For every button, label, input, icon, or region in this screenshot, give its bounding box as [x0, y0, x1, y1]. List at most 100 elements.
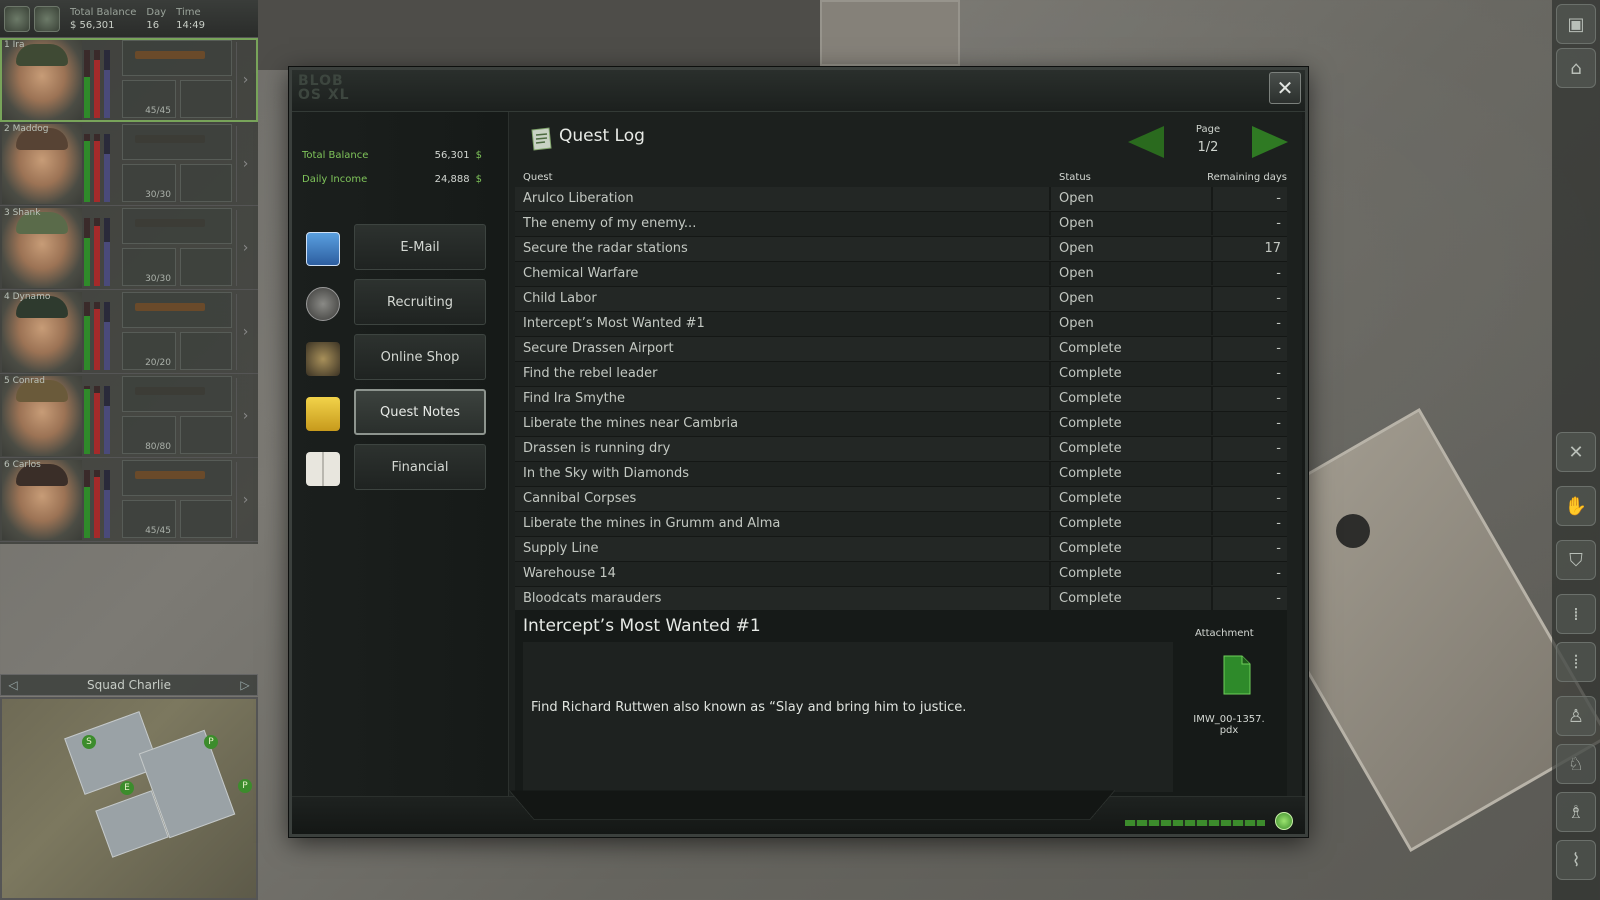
merc-card[interactable]: 2 Maddog 30/30 ›	[0, 122, 258, 206]
quest-row[interactable]: Find Ira Smythe Complete -	[515, 387, 1287, 412]
ammo-slot[interactable]: 80/80	[122, 416, 176, 454]
chevron-right-icon[interactable]: ›	[236, 462, 254, 538]
quest-row[interactable]: Supply Line Complete -	[515, 537, 1287, 562]
attachment-file-icon[interactable]	[1220, 654, 1254, 696]
chevron-left-icon[interactable]: ◁	[1, 678, 25, 692]
quest-row[interactable]: Arulco Liberation Open -	[515, 187, 1287, 212]
email-button[interactable]: E-Mail	[354, 224, 486, 270]
quest-row[interactable]: Liberate the mines near Cambria Complete -	[515, 412, 1287, 437]
map-marker-icon[interactable]: E	[120, 781, 134, 795]
primary-weapon-slot[interactable]	[122, 376, 232, 412]
menu-item-recruiting[interactable]: Recruiting	[306, 279, 486, 327]
menu-item-online-shop[interactable]: Online Shop	[306, 334, 486, 382]
morale-bar	[104, 386, 110, 454]
crouch-stance-icon[interactable]: ♘	[1556, 744, 1596, 784]
item-slot[interactable]	[180, 248, 232, 286]
grenade-slot[interactable]	[180, 416, 232, 454]
primary-weapon-slot[interactable]	[122, 208, 232, 244]
quest-row[interactable]: Find the rebel leader Complete -	[515, 362, 1287, 387]
merc-card[interactable]: 4 Dynamo 20/20 ›	[0, 290, 258, 374]
quest-notes-button[interactable]: Quest Notes	[354, 389, 486, 435]
chevron-right-icon[interactable]: ›	[236, 210, 254, 286]
burst-icon[interactable]: ⦙	[1556, 642, 1596, 682]
quest-status: Complete	[1049, 587, 1189, 610]
column-header-quest: Quest	[523, 172, 553, 183]
stand-stance-icon[interactable]: ♙	[1556, 696, 1596, 736]
ammo-count: 30/30	[145, 190, 171, 200]
primary-weapon-slot[interactable]	[122, 460, 232, 496]
hand-icon[interactable]: ✋	[1556, 486, 1596, 526]
chevron-right-icon[interactable]: ›	[236, 294, 254, 370]
item-slot[interactable]	[180, 332, 232, 370]
previous-page-arrow-icon[interactable]	[1128, 126, 1164, 158]
quest-detail-body: Find Richard Ruttwen also known as “Slay…	[523, 642, 1173, 792]
quest-row[interactable]: In the Sky with Diamonds Complete -	[515, 462, 1287, 487]
quest-status: Open	[1049, 287, 1189, 310]
ammo-slot[interactable]: 45/45	[122, 500, 176, 538]
menu-item-quest-notes[interactable]: Quest Notes	[306, 389, 486, 437]
hud-day-value: 16	[146, 19, 160, 31]
quest-detail-panel: Intercept’s Most Wanted #1 Find Richard …	[515, 610, 1287, 800]
merc-card[interactable]: 5 Conrad 80/80 ›	[0, 374, 258, 458]
chevron-right-icon[interactable]: ▷	[233, 678, 257, 692]
close-button[interactable]: ✕	[1269, 72, 1301, 104]
morale-bar	[104, 470, 110, 538]
quest-row[interactable]: Child Labor Open -	[515, 287, 1287, 312]
ammo-slot[interactable]: 30/30	[122, 248, 176, 286]
sneak-stance-icon[interactable]: ♗	[1556, 792, 1596, 832]
recruiting-button[interactable]: Recruiting	[354, 279, 486, 325]
primary-weapon-slot[interactable]	[122, 124, 232, 160]
toolkit-slot[interactable]	[180, 500, 232, 538]
quest-row[interactable]: Secure Drassen Airport Complete -	[515, 337, 1287, 362]
attachment-file-name[interactable]: IMW_00-1357. pdx	[1183, 714, 1275, 736]
map-marker-icon[interactable]: S	[82, 735, 96, 749]
ammo-slot[interactable]: 30/30	[122, 164, 176, 202]
single-shot-icon[interactable]: ⁞	[1556, 594, 1596, 634]
merc-card[interactable]: 6 Carlos 45/45 ›	[0, 458, 258, 542]
ammo-slot[interactable]: 20/20	[122, 332, 176, 370]
crossed-arrows-icon[interactable]: ✕	[1556, 432, 1596, 472]
morale-bar	[104, 50, 110, 118]
merc-card[interactable]: 3 Shank 30/30 ›	[0, 206, 258, 290]
menu-item-financial[interactable]: Financial	[306, 444, 486, 492]
squad-selector: ◁ Squad Charlie ▷	[0, 674, 258, 696]
menu-item-email[interactable]: E-Mail	[306, 224, 486, 272]
next-page-arrow-icon[interactable]	[1252, 126, 1288, 158]
primary-weapon-slot[interactable]	[122, 292, 232, 328]
chevron-right-icon[interactable]: ›	[236, 126, 254, 202]
quest-row[interactable]: Drassen is running dry Complete -	[515, 437, 1287, 462]
minimap[interactable]: S P E P	[0, 697, 258, 900]
quest-row[interactable]: Secure the radar stations Open 17	[515, 237, 1287, 262]
chevron-right-icon[interactable]: ›	[236, 42, 254, 118]
shield-icon[interactable]: ⛉	[1556, 540, 1596, 580]
item-slot[interactable]	[180, 164, 232, 202]
map-marker-icon[interactable]: P	[204, 735, 218, 749]
financial-button[interactable]: Financial	[354, 444, 486, 490]
prone-stance-icon[interactable]: ⌇	[1556, 840, 1596, 880]
quest-row[interactable]: Cannibal Corpses Complete -	[515, 487, 1287, 512]
map-marker-icon[interactable]: P	[238, 779, 252, 793]
cover-icon[interactable]: ⌂	[1556, 48, 1596, 88]
weapon-icon	[135, 51, 205, 59]
tactical-icon[interactable]: ▣	[1556, 4, 1596, 44]
settings-gear-icon[interactable]	[4, 5, 30, 32]
quest-remaining-days: -	[1211, 212, 1281, 235]
laptop-icon[interactable]	[34, 5, 60, 32]
merc-card[interactable]: 1 Ira 45/45 ›	[0, 38, 258, 122]
hud-balance: Total Balance $ 56,301	[70, 6, 136, 32]
quest-row[interactable]: Bloodcats marauders Complete -	[515, 587, 1287, 612]
quest-row[interactable]: Warehouse 14 Complete -	[515, 562, 1287, 587]
grenade-slot[interactable]	[180, 80, 232, 118]
ammo-slot[interactable]: 45/45	[122, 80, 176, 118]
quest-row[interactable]: Intercept’s Most Wanted #1 Open -	[515, 312, 1287, 337]
quest-row[interactable]: Chemical Warfare Open -	[515, 262, 1287, 287]
quest-row[interactable]: The enemy of my enemy... Open -	[515, 212, 1287, 237]
quest-status: Open	[1049, 237, 1189, 260]
hud-time: Time 14:49	[176, 6, 205, 32]
online-shop-button[interactable]: Online Shop	[354, 334, 486, 380]
chevron-right-icon[interactable]: ›	[236, 378, 254, 454]
primary-weapon-slot[interactable]	[122, 40, 232, 76]
laptop-window: BLOB OS XL ✕ Total Balance 56,301 $ Daily…	[289, 67, 1308, 837]
quest-status: Complete	[1049, 562, 1189, 585]
quest-row[interactable]: Liberate the mines in Grumm and Alma Comp…	[515, 512, 1287, 537]
